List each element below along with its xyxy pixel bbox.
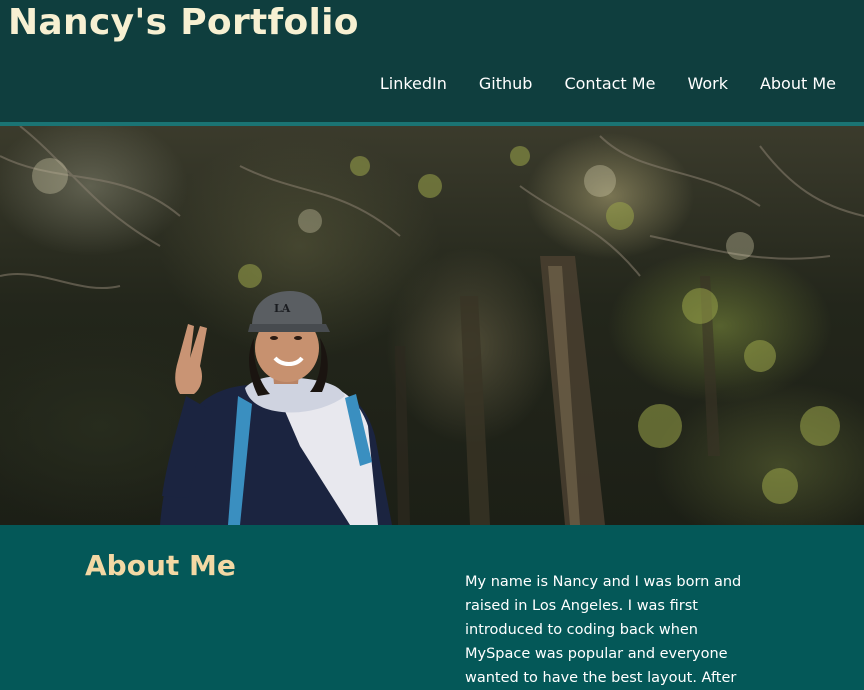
main-nav: LinkedIn Github Contact Me Work About Me [348, 73, 836, 97]
nav-link-work[interactable]: Work [687, 73, 728, 97]
about-heading: About Me [85, 549, 236, 582]
svg-text:LA: LA [274, 302, 291, 315]
site-title: Nancy's Portfolio [8, 2, 359, 43]
nav-link-linkedin[interactable]: LinkedIn [380, 73, 447, 97]
nav-link-github[interactable]: Github [479, 73, 533, 97]
hero-photo: LA [0, 126, 864, 525]
nav-link-contact-me[interactable]: Contact Me [564, 73, 655, 97]
site-header: Nancy's Portfolio LinkedIn Github Contac… [0, 0, 864, 122]
hero-photo-illustration: LA [0, 126, 864, 525]
nav-link-about-me[interactable]: About Me [760, 73, 836, 97]
about-paragraph: My name is Nancy and I was born and rais… [465, 574, 742, 686]
